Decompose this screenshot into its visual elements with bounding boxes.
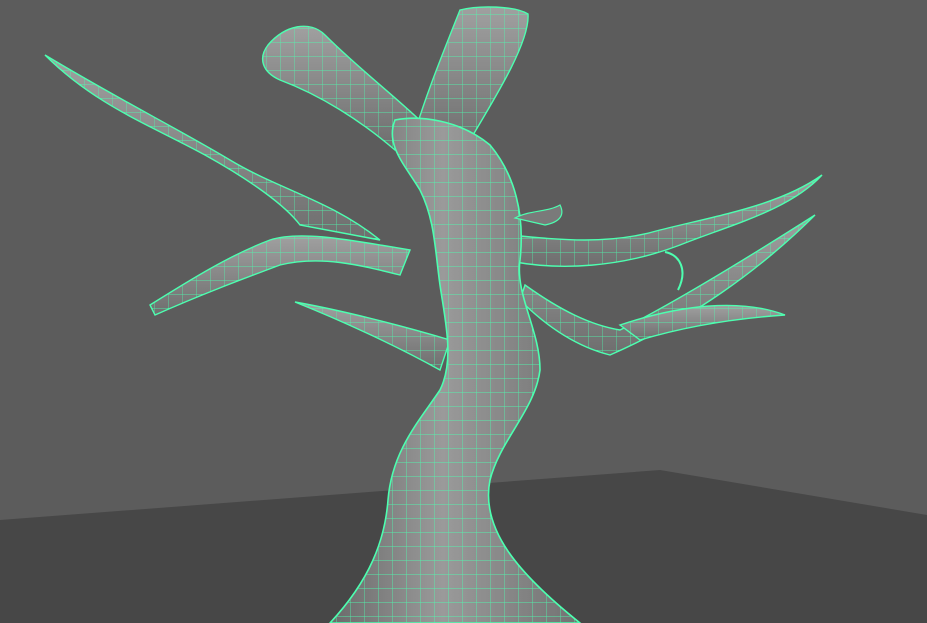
3d-viewport[interactable]: [0, 0, 927, 623]
viewport-scene[interactable]: [0, 0, 927, 623]
